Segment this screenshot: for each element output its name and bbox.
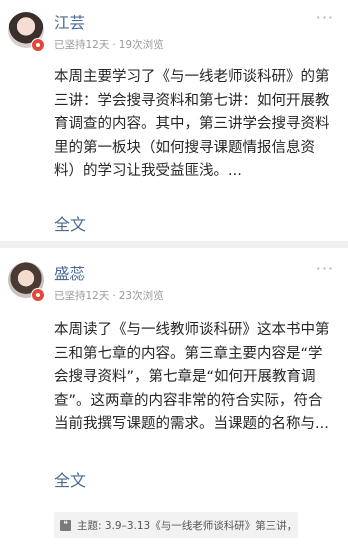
separator: · xyxy=(112,290,116,302)
post-meta: 已坚持12天 · 19次浏览 xyxy=(54,37,164,52)
post-body: 本周读了《与一线教师谈科研》这本书中第三和第七章的内容。第三章主要内容是“学会搜… xyxy=(54,322,330,432)
fulltext-link[interactable]: 全文 xyxy=(54,211,86,235)
divider xyxy=(0,241,348,248)
more-options-icon[interactable]: ··· xyxy=(316,8,334,27)
post-card: 盛蕊 已坚持12天 · 23次浏览 ··· 本周读了《与一线教师谈科研》这本书中第三… xyxy=(0,248,348,550)
more-options-icon[interactable]: ··· xyxy=(316,259,334,278)
author-name[interactable]: 江芸 xyxy=(54,11,85,33)
view-count: 19次浏览 xyxy=(118,39,164,51)
badge-icon xyxy=(31,38,45,52)
topic-link[interactable]: ❝ 主题: 3.9–3.13《与一线老师谈科研》第三讲，... xyxy=(54,512,298,538)
author-name[interactable]: 盛蕊 xyxy=(54,262,85,284)
post-body: 本周主要学习了《与一线老师谈科研》的第三讲：学会搜寻资料和第七讲：如何开展教育调… xyxy=(54,69,330,179)
post-meta: 已坚持12天 · 23次浏览 xyxy=(54,288,164,303)
quote-icon: ❝ xyxy=(60,519,71,531)
view-count: 23次浏览 xyxy=(118,290,164,302)
fulltext-link[interactable]: 全文 xyxy=(54,467,86,491)
separator: · xyxy=(112,39,116,51)
persist-days: 已坚持12天 xyxy=(54,290,110,302)
badge-icon xyxy=(31,288,45,302)
topic-label: 主题: 3.9–3.13《与一线老师谈科研》第三讲，... xyxy=(77,519,298,532)
post-card: 江芸 已坚持12天 · 19次浏览 ··· 本周主要学习了《与一线老师谈科研》的第三… xyxy=(0,0,348,240)
persist-days: 已坚持12天 xyxy=(54,39,110,51)
